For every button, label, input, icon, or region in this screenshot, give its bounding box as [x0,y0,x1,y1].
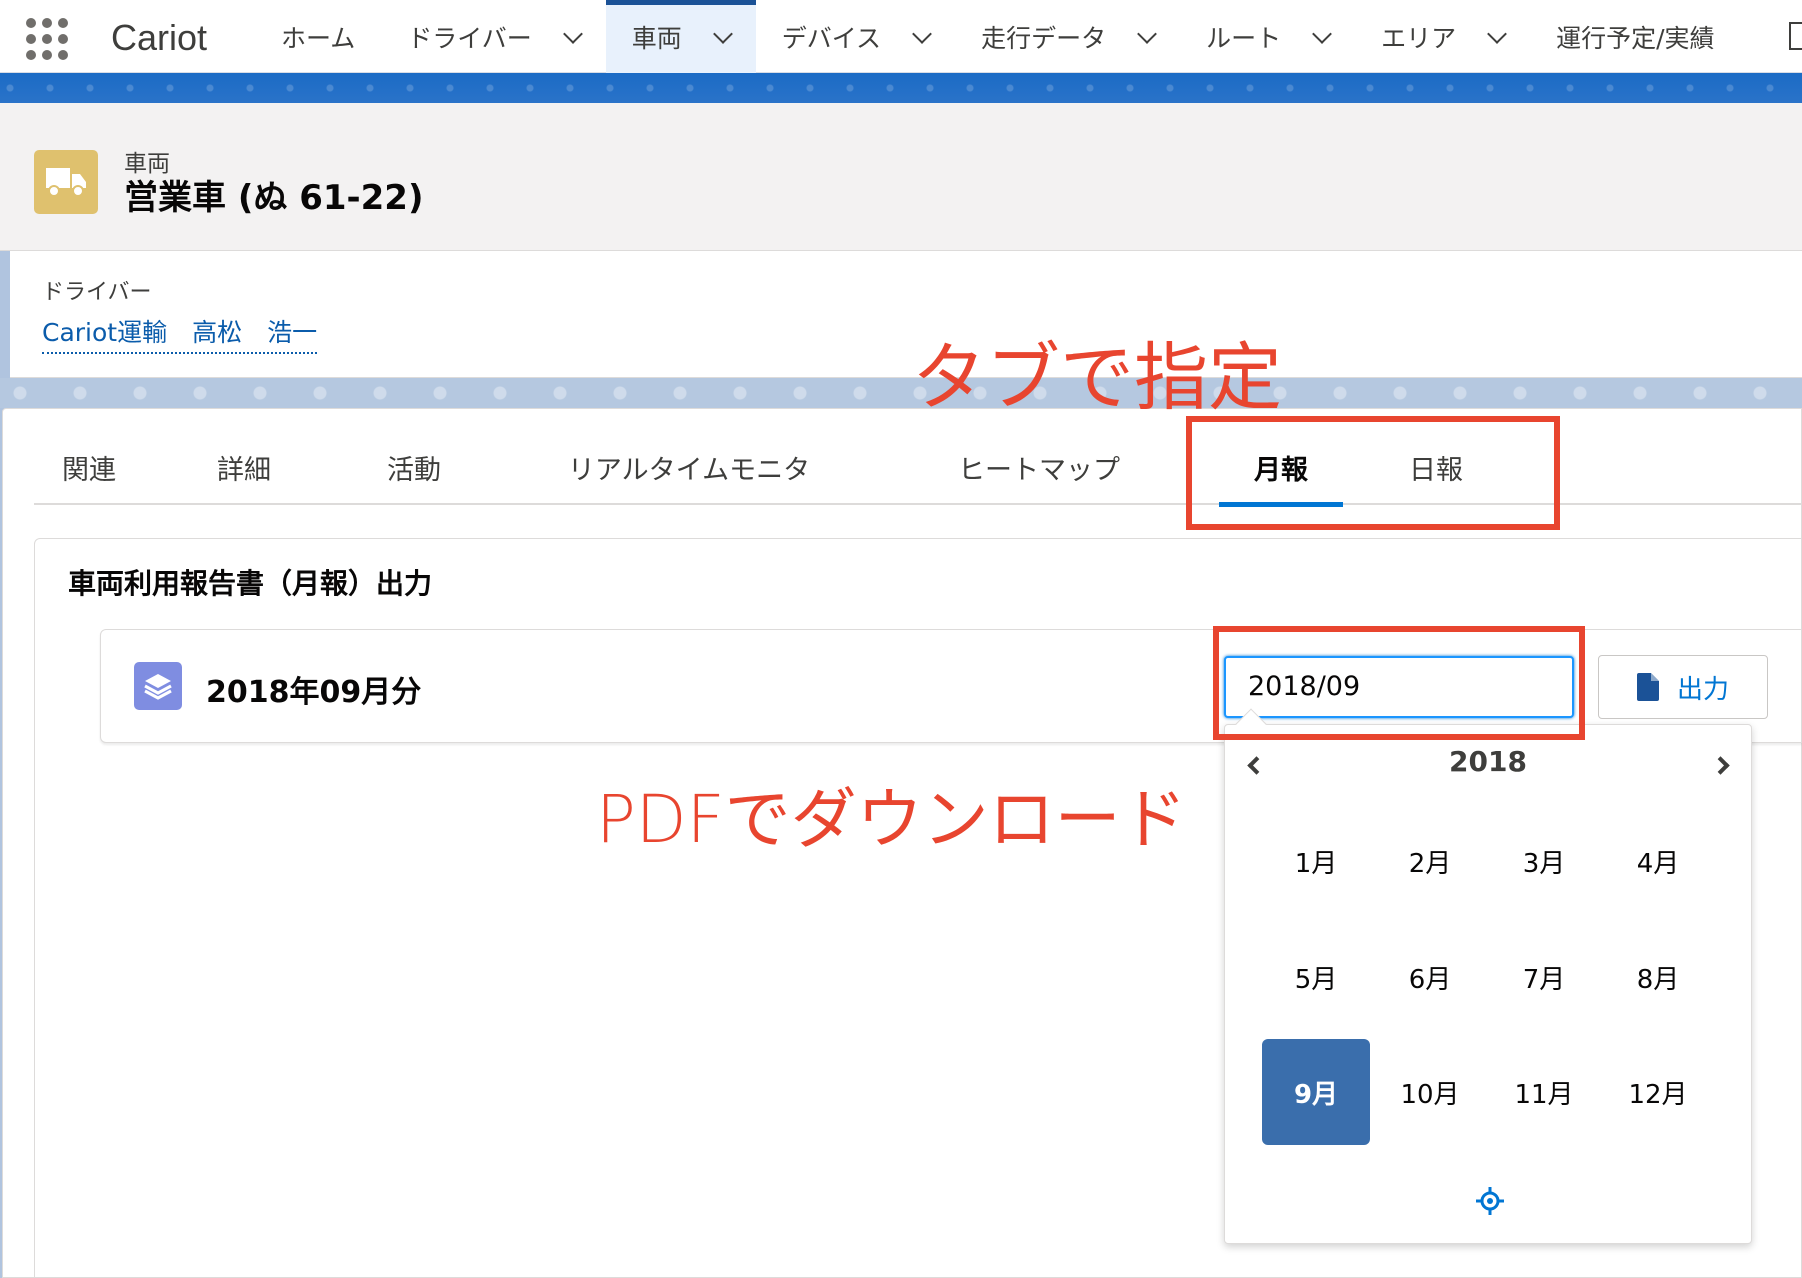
nav-item[interactable]: ルート [1180,0,1355,73]
record-title: 営業車 (ぬ 61-22) [124,178,424,218]
month-cell[interactable]: 11月 [1490,1039,1598,1145]
annotation-tab-note: タブで指定 [912,335,1282,421]
chevron-right-icon [1710,755,1730,775]
chevron-down-icon[interactable] [562,23,583,44]
annotation-input-box [1213,626,1585,740]
month-cell[interactable]: 1月 [1262,808,1370,914]
app-launcher-icon[interactable] [24,16,70,62]
nav-item-label: 車両 [631,23,682,53]
nav-item-label: ドライバー [407,23,532,53]
crosshair-icon[interactable] [1475,1186,1505,1220]
chevron-down-icon[interactable] [1137,23,1157,44]
file-icon [1636,673,1659,701]
nav-item[interactable]: 走行データ [955,0,1180,73]
brand-band-light [0,378,1802,408]
report-month-label: 2018年09月分 [206,675,422,710]
nav-item-label: デバイス [781,23,882,53]
month-cell[interactable]: 2月 [1376,808,1484,914]
chevron-down-icon[interactable] [1312,23,1332,44]
global-nav: Cariot ホーム ドライバー 車両 デバイス 走行データ ルート エリア 運行予定/実績 [0,0,1802,73]
nav-item-label: エリア [1381,23,1457,53]
nav-item-label: 走行データ [981,23,1107,53]
nav-items: ホーム ドライバー 車両 デバイス 走行データ ルート エリア 運行予定/実績 [255,0,1741,73]
month-cell[interactable]: 4月 [1604,808,1712,914]
report-card-title: 車両利用報告書（月報）出力 [68,567,433,600]
driver-field-label: ドライバー [42,280,152,305]
driver-field-link[interactable]: Cariot運輸 高松 浩一 [42,313,318,354]
app-name: Cariot [111,17,208,58]
nav-overflow-indicator[interactable] [1789,22,1802,50]
output-button-label: 出力 [1676,674,1729,705]
chevron-down-icon[interactable] [1487,23,1508,44]
tab[interactable]: 関連 [34,430,144,505]
tab[interactable]: 詳細 [184,430,304,505]
month-cell[interactable]: 8月 [1604,924,1712,1030]
nav-item[interactable]: 車両 [605,0,756,73]
month-cell[interactable]: 12月 [1604,1039,1712,1145]
nav-item[interactable]: ホーム [255,0,381,73]
month-cell[interactable]: 10月 [1376,1039,1484,1145]
tab[interactable]: リアルタイムモニタ [544,430,834,505]
annotation-pdf-note: PDFでダウンロード [596,781,1187,858]
month-cell[interactable]: 6月 [1376,924,1484,1030]
tab[interactable]: 活動 [354,430,474,505]
nav-item-label: 運行予定/実績 [1556,23,1715,53]
month-cell[interactable]: 5月 [1262,924,1370,1030]
month-cell[interactable]: 3月 [1490,808,1598,914]
nav-item[interactable]: デバイス [756,0,955,73]
output-button[interactable]: 出力 [1598,655,1768,719]
next-year-button[interactable] [1708,750,1738,780]
chevron-left-icon [1246,755,1266,775]
nav-item[interactable]: エリア [1355,0,1530,73]
truck-icon [34,150,98,214]
brand-band [0,73,1802,103]
month-cell[interactable]: 7月 [1490,924,1598,1030]
month-cell[interactable]: 9月 [1262,1039,1370,1145]
nav-item[interactable]: ドライバー [381,0,606,73]
layers-icon [134,662,182,710]
nav-item-label: ルート [1206,23,1282,53]
datepicker-year: 2018 [1449,745,1527,778]
nav-item-label: ホーム [281,23,356,53]
tab[interactable]: ヒートマップ [914,430,1164,505]
chevron-down-icon[interactable] [912,23,932,44]
previous-year-button[interactable] [1238,750,1268,780]
annotation-tab-box [1186,416,1560,530]
chevron-down-icon[interactable] [712,23,733,44]
nav-item[interactable]: 運行予定/実績 [1530,0,1740,73]
